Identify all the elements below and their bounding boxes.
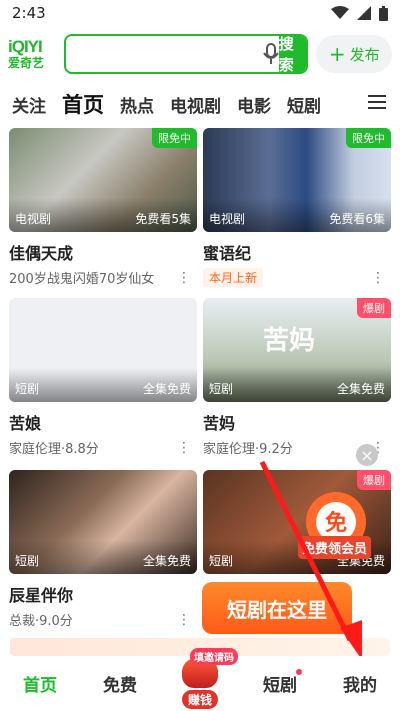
tab-hot[interactable]: 热点 xyxy=(120,92,154,117)
video-description: 家庭伦理·8.8分 xyxy=(9,442,99,457)
video-subtitle: 本月上新 ⋮ xyxy=(203,268,391,287)
episode-label: 全集免费 xyxy=(142,382,191,396)
signal-icon xyxy=(357,6,371,20)
tab-tv[interactable]: 电视剧 xyxy=(170,92,221,117)
category-label: 电视剧 xyxy=(209,212,246,226)
video-thumbnail[interactable]: 限免中 电视剧 免费看5集 xyxy=(9,128,197,232)
episode-label: 全集免费 xyxy=(142,554,191,568)
screen: 2:43 iQIYI 爱奇艺 搜索 + 发布 关注 首页 热点 电视剧 电影 短… xyxy=(0,0,400,711)
nav-earn[interactable]: 赚钱 填邀请码 xyxy=(160,648,240,709)
video-description: 总裁·9.0分 xyxy=(9,614,73,629)
free-badge: 限免中 xyxy=(152,128,197,148)
battery-icon xyxy=(379,5,388,21)
nav-short-label: 短剧 xyxy=(263,676,297,696)
video-subtitle: 家庭伦理·8.8分 ⋮ xyxy=(9,438,197,458)
video-thumbnail[interactable]: 短剧 全集免费 xyxy=(9,470,197,574)
plus-icon: + xyxy=(328,42,346,66)
close-icon[interactable]: × xyxy=(356,444,378,466)
status-bar: 2:43 xyxy=(0,0,400,26)
publish-button[interactable]: + 发布 xyxy=(316,35,392,73)
search-input[interactable] xyxy=(65,36,263,72)
category-label: 电视剧 xyxy=(15,212,52,226)
search-box: 搜索 xyxy=(63,34,309,74)
video-card[interactable]: 苦妈 爆剧 短剧 全集免费 苦妈 家庭伦理·9.2分 ⋮ xyxy=(203,298,391,457)
nav-short-drama[interactable]: 短剧 xyxy=(240,669,320,696)
video-title[interactable]: 蜜语纪 xyxy=(203,240,391,264)
video-card[interactable]: 短剧 全集免费 苦娘 家庭伦理·8.8分 ⋮ xyxy=(9,298,197,457)
video-title[interactable]: 辰星伴你 xyxy=(9,582,197,606)
category-label: 短剧 xyxy=(15,382,40,396)
more-icon[interactable]: ⋮ xyxy=(177,270,197,286)
wifi-icon xyxy=(331,6,349,19)
short-drama-promo[interactable]: 短剧在这里 xyxy=(202,582,352,634)
category-label: 短剧 xyxy=(15,554,40,568)
invite-code-badge: 填邀请码 xyxy=(190,648,238,665)
video-description: 200岁战鬼闪婚70岁仙女 xyxy=(9,272,155,287)
tab-home[interactable]: 首页 xyxy=(62,89,104,119)
microphone-icon[interactable] xyxy=(262,43,279,65)
episode-label: 全集免费 xyxy=(336,382,385,396)
publish-label: 发布 xyxy=(349,45,380,64)
video-subtitle: 200岁战鬼闪婚70岁仙女 ⋮ xyxy=(9,268,197,288)
category-label: 短剧 xyxy=(209,382,234,396)
video-title[interactable]: 佳偶天成 xyxy=(9,240,197,264)
nav-home[interactable]: 首页 xyxy=(0,671,80,696)
system-icons xyxy=(331,5,388,21)
status-time: 2:43 xyxy=(12,4,46,22)
free-badge: 限免中 xyxy=(346,128,391,148)
logo-chinese: 爱奇艺 xyxy=(8,56,45,70)
episode-label: 免费看5集 xyxy=(135,212,191,226)
video-thumbnail[interactable]: 限免中 电视剧 免费看6集 xyxy=(203,128,391,232)
earn-label: 赚钱 xyxy=(181,690,218,709)
video-card[interactable]: 限免中 电视剧 免费看5集 佳偶天成 200岁战鬼闪婚70岁仙女 ⋮ xyxy=(9,128,197,287)
hot-badge: 爆剧 xyxy=(357,298,391,318)
category-label: 短剧 xyxy=(209,554,234,568)
video-card[interactable]: 限免中 电视剧 免费看6集 蜜语纪 本月上新 ⋮ xyxy=(203,128,391,287)
nav-free[interactable]: 免费 xyxy=(80,671,160,696)
notification-dot xyxy=(296,669,302,675)
bottom-nav: 首页 免费 赚钱 填邀请码 短剧 我的 xyxy=(0,648,400,711)
video-thumbnail[interactable]: 短剧 全集免费 xyxy=(9,298,197,402)
svg-text:免: 免 xyxy=(325,510,347,536)
video-title[interactable]: 苦娘 xyxy=(9,410,197,434)
nav-mine[interactable]: 我的 xyxy=(320,671,400,696)
video-subtitle: 总裁·9.0分 ⋮ xyxy=(9,610,197,630)
tab-movie[interactable]: 电影 xyxy=(237,92,271,117)
tab-short[interactable]: 短剧 xyxy=(287,92,321,117)
more-icon[interactable]: ⋮ xyxy=(177,440,197,456)
iqiyi-logo[interactable]: iQIYI 爱奇艺 xyxy=(8,34,62,74)
coupon-label[interactable]: 免费领会员 xyxy=(298,536,372,559)
video-title[interactable]: 苦妈 xyxy=(203,410,391,434)
search-button[interactable]: 搜索 xyxy=(278,36,307,72)
episode-label: 免费看6集 xyxy=(329,212,385,226)
poster-title: 苦妈 xyxy=(263,326,316,356)
menu-icon[interactable] xyxy=(368,94,386,114)
new-release-tag: 本月上新 xyxy=(203,268,264,287)
video-description: 家庭伦理·9.2分 xyxy=(203,442,293,457)
header: iQIYI 爱奇艺 搜索 + 发布 xyxy=(0,26,400,82)
more-icon[interactable]: ⋮ xyxy=(177,612,197,628)
more-icon[interactable]: ⋮ xyxy=(371,270,391,286)
video-card[interactable]: 短剧 全集免费 辰星伴你 总裁·9.0分 ⋮ xyxy=(9,470,197,629)
logo-wordmark: iQIYI xyxy=(8,37,43,56)
category-tabs: 关注 首页 热点 电视剧 电影 短剧 xyxy=(0,84,400,124)
tab-follow[interactable]: 关注 xyxy=(12,92,46,117)
video-thumbnail[interactable]: 苦妈 爆剧 短剧 全集免费 xyxy=(203,298,391,402)
